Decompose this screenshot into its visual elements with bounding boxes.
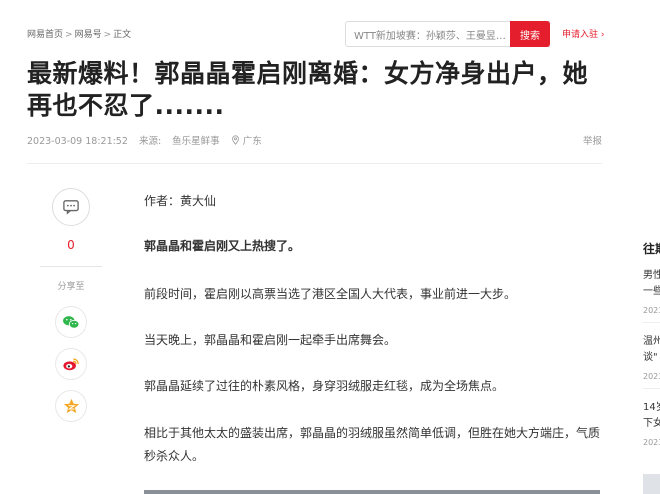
breadcrumb-current: 正文 <box>113 30 132 40</box>
source-link[interactable]: 鱼乐星鲜事 <box>172 136 220 147</box>
right-item-date: 2023 <box>643 372 660 381</box>
paragraph: 前段时间，霍启刚以高票当选了港区全国人大代表，事业前进一大步。 <box>144 287 517 301</box>
right-item-title[interactable]: 一些 <box>643 284 660 299</box>
search-placeholder: WTT新加坡赛：孙颖莎、王曼昱… <box>354 30 506 42</box>
right-item-title[interactable]: 男性 <box>643 268 660 283</box>
article-image <box>144 490 600 494</box>
right-item-title[interactable]: 温州 <box>643 334 660 349</box>
right-item-divider <box>643 322 660 323</box>
right-item-title[interactable]: 下女 <box>643 416 660 431</box>
share-qzone-button[interactable] <box>55 390 87 422</box>
sidebar-divider <box>40 266 102 267</box>
lead-paragraph: 郭晶晶和霍启刚又上热搜了。 <box>144 239 301 253</box>
breadcrumb-separator: > <box>103 30 112 40</box>
location-text: 广东 <box>242 136 262 147</box>
article-source: 来源: 鱼乐星鲜事 <box>139 136 220 147</box>
qzone-star-icon <box>63 398 79 413</box>
paragraph: 相比于其他太太的盛装出席，郭晶晶的羽绒服虽然简单低调，但胜在她大方端庄，气质秒杀… <box>144 426 601 463</box>
apply-join-label: 申请入驻 <box>562 30 599 40</box>
breadcrumb-channel-link[interactable]: 网易号 <box>75 30 102 40</box>
paragraph: 当天晚上，郭晶晶和霍启刚一起牵手出席舞会。 <box>144 333 397 347</box>
weibo-icon <box>63 358 79 371</box>
share-wechat-button[interactable] <box>55 306 87 338</box>
right-ad-block[interactable] <box>643 474 660 494</box>
floating-sidebar: 0 分享至 <box>40 188 102 432</box>
wechat-icon <box>63 315 80 329</box>
comment-count[interactable]: 0 <box>40 238 102 252</box>
comment-button[interactable] <box>52 188 90 226</box>
paragraph: 郭晶晶延续了过往的朴素风格，身穿羽绒服走红毯，成为全场焦点。 <box>144 379 505 393</box>
right-section-heading: 往期 <box>643 242 660 256</box>
right-sidebar: 往期 男性 一些 2023 温州 谈" 2023 14岁 下女 2023 <box>643 0 660 494</box>
share-weibo-button[interactable] <box>55 348 87 380</box>
breadcrumb-home-link[interactable]: 网易首页 <box>27 30 63 40</box>
article-datetime: 2023-03-09 18:21:52 <box>27 136 128 147</box>
source-label: 来源: <box>138 136 162 147</box>
right-item-divider <box>643 388 660 389</box>
breadcrumb-separator: > <box>65 30 73 40</box>
breadcrumb: 网易首页 > 网易号 > 正文 <box>27 27 131 40</box>
location-pin-icon <box>231 135 239 145</box>
right-item-date: 2023 <box>643 438 660 447</box>
apply-join-link[interactable]: 申请入驻 › <box>562 27 604 40</box>
search-button[interactable]: 搜索 <box>510 21 550 47</box>
share-label: 分享至 <box>57 282 85 292</box>
comment-icon <box>63 200 79 215</box>
report-link[interactable]: 举报 <box>583 133 602 147</box>
top-bar: 网易首页 > 网易号 > 正文 WTT新加坡赛：孙颖莎、王曼昱… 搜索 申请入驻 › <box>27 21 607 47</box>
header-divider <box>27 163 602 164</box>
article-location: 广东 <box>231 135 270 147</box>
right-item-date: 2023 <box>643 306 660 315</box>
right-item-title[interactable]: 谈" <box>643 350 658 365</box>
chevron-right-icon: › <box>598 30 605 40</box>
article-title: 最新爆料！郭晶晶霍启刚离婚：女方净身出户，她再也不忍了....... <box>27 59 589 120</box>
article-meta: 2023-03-09 18:21:52 来源: 鱼乐星鲜事 广东 <box>27 133 278 147</box>
author-line: 作者：黄大仙 <box>144 194 217 208</box>
right-item-title[interactable]: 14岁 <box>643 400 660 415</box>
